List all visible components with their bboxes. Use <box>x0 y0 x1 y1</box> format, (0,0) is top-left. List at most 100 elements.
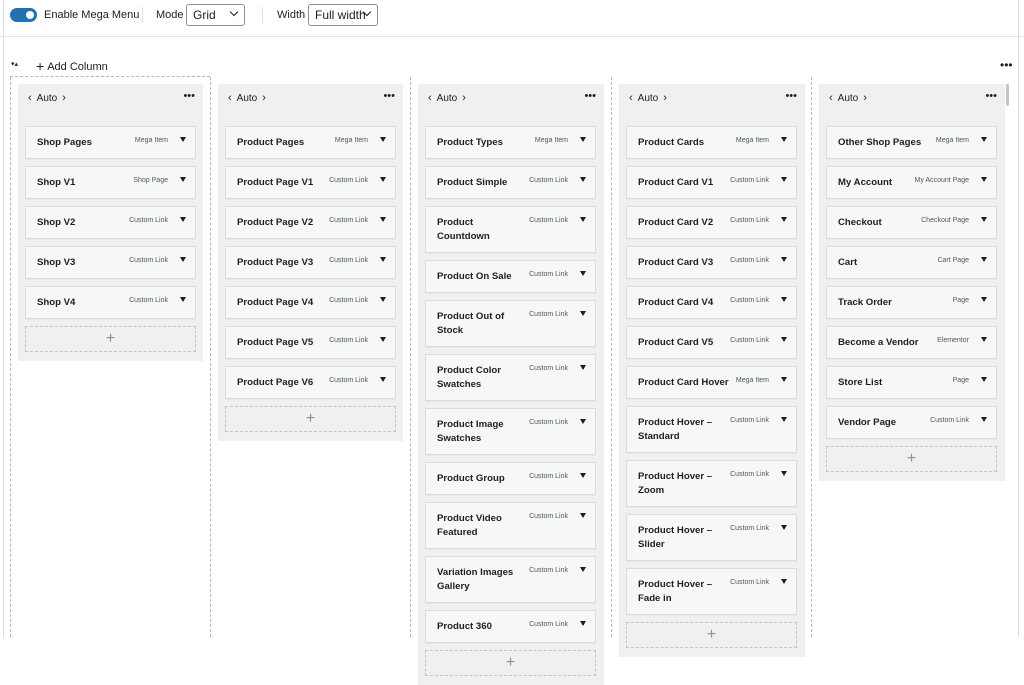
add-item-button[interactable]: + <box>425 650 596 676</box>
chevron-left-icon[interactable]: ‹ <box>226 92 234 104</box>
caret-down-icon[interactable] <box>781 217 787 222</box>
caret-down-icon[interactable] <box>380 217 386 222</box>
menu-item[interactable]: Product Card V1 Custom Link <box>626 166 797 199</box>
menu-item[interactable]: Track Order Page <box>826 286 997 319</box>
menu-item[interactable]: Vendor Page Custom Link <box>826 406 997 439</box>
add-item-button[interactable]: + <box>826 446 997 472</box>
column-width-control[interactable]: ‹ Auto › <box>627 92 669 104</box>
menu-item[interactable]: Product Color Swatches Custom Link <box>425 354 596 401</box>
menu-item[interactable]: Product Card V2 Custom Link <box>626 206 797 239</box>
chevron-left-icon[interactable]: ‹ <box>827 92 835 104</box>
menu-item[interactable]: Become a Vendor Elementor <box>826 326 997 359</box>
menu-item[interactable]: Product Hover – Standard Custom Link <box>626 406 797 453</box>
column-width-control[interactable]: ‹ Auto › <box>827 92 869 104</box>
chevron-left-icon[interactable]: ‹ <box>627 92 635 104</box>
caret-down-icon[interactable] <box>781 337 787 342</box>
caret-down-icon[interactable] <box>180 137 186 142</box>
caret-down-icon[interactable] <box>981 217 987 222</box>
caret-down-icon[interactable] <box>981 297 987 302</box>
menu-item[interactable]: Shop V1 Shop Page <box>25 166 196 199</box>
menu-item[interactable]: Product On Sale Custom Link <box>425 260 596 293</box>
more-horizontal-icon[interactable]: ••• <box>785 91 797 102</box>
column-width-control[interactable]: ‹ Auto › <box>226 92 268 104</box>
menu-item[interactable]: Product Video Featured Custom Link <box>425 502 596 549</box>
menu-item[interactable]: Product Card V4 Custom Link <box>626 286 797 319</box>
caret-down-icon[interactable] <box>380 377 386 382</box>
caret-down-icon[interactable] <box>981 337 987 342</box>
menu-item[interactable]: Product Card V3 Custom Link <box>626 246 797 279</box>
menu-item[interactable]: Checkout Checkout Page <box>826 206 997 239</box>
chevron-right-icon[interactable]: › <box>661 92 669 104</box>
column-width-control[interactable]: ‹ Auto › <box>426 92 468 104</box>
caret-down-icon[interactable] <box>580 513 586 518</box>
add-item-button[interactable]: + <box>25 326 196 352</box>
add-item-button[interactable]: + <box>225 406 396 432</box>
caret-down-icon[interactable] <box>981 177 987 182</box>
caret-down-icon[interactable] <box>580 217 586 222</box>
caret-down-icon[interactable] <box>180 217 186 222</box>
menu-item[interactable]: Product Types Mega Item <box>425 126 596 159</box>
width-select[interactable]: Full width <box>308 4 378 26</box>
caret-down-icon[interactable] <box>781 257 787 262</box>
menu-item[interactable]: Product Card Hover Mega Item <box>626 366 797 399</box>
menu-item[interactable]: Product Countdown Custom Link <box>425 206 596 253</box>
caret-down-icon[interactable] <box>781 417 787 422</box>
menu-item[interactable]: Variation Images Gallery Custom Link <box>425 556 596 603</box>
more-horizontal-icon[interactable]: ••• <box>383 91 395 102</box>
menu-item[interactable]: Product Simple Custom Link <box>425 166 596 199</box>
menu-item[interactable]: Product Page V6 Custom Link <box>225 366 396 399</box>
caret-down-icon[interactable] <box>781 471 787 476</box>
caret-down-icon[interactable] <box>580 419 586 424</box>
menu-item[interactable]: Product Page V1 Custom Link <box>225 166 396 199</box>
caret-down-icon[interactable] <box>180 177 186 182</box>
caret-down-icon[interactable] <box>781 137 787 142</box>
add-column-button[interactable]: + Add Column <box>36 58 108 74</box>
chevron-right-icon[interactable]: › <box>861 92 869 104</box>
caret-down-icon[interactable] <box>380 297 386 302</box>
caret-down-icon[interactable] <box>180 297 186 302</box>
scrollbar[interactable] <box>1006 84 1009 106</box>
more-horizontal-icon[interactable]: ••• <box>985 91 997 102</box>
caret-down-icon[interactable] <box>580 473 586 478</box>
menu-item[interactable]: Cart Cart Page <box>826 246 997 279</box>
caret-down-icon[interactable] <box>781 377 787 382</box>
caret-down-icon[interactable] <box>380 137 386 142</box>
caret-down-icon[interactable] <box>580 365 586 370</box>
menu-item[interactable]: Shop V2 Custom Link <box>25 206 196 239</box>
caret-down-icon[interactable] <box>580 137 586 142</box>
menu-item[interactable]: Product Image Swatches Custom Link <box>425 408 596 455</box>
menu-item[interactable]: Shop V4 Custom Link <box>25 286 196 319</box>
chevron-right-icon[interactable]: › <box>460 92 468 104</box>
caret-down-icon[interactable] <box>781 177 787 182</box>
caret-down-icon[interactable] <box>981 257 987 262</box>
more-horizontal-icon[interactable]: ••• <box>183 91 195 102</box>
menu-item[interactable]: Product Hover – Slider Custom Link <box>626 514 797 561</box>
chevron-left-icon[interactable]: ‹ <box>26 92 34 104</box>
add-item-button[interactable]: + <box>626 622 797 648</box>
menu-item[interactable]: Product Card V5 Custom Link <box>626 326 797 359</box>
menu-item[interactable]: Product Page V2 Custom Link <box>225 206 396 239</box>
menu-item[interactable]: Shop V3 Custom Link <box>25 246 196 279</box>
caret-down-icon[interactable] <box>580 177 586 182</box>
more-horizontal-icon[interactable]: ••• <box>584 91 596 102</box>
menu-item[interactable]: Product Out of Stock Custom Link <box>425 300 596 347</box>
collapse-icon[interactable]: ▾▴ <box>11 61 18 69</box>
menu-item[interactable]: Product Hover – Zoom Custom Link <box>626 460 797 507</box>
caret-down-icon[interactable] <box>380 337 386 342</box>
caret-down-icon[interactable] <box>981 417 987 422</box>
caret-down-icon[interactable] <box>380 257 386 262</box>
chevron-right-icon[interactable]: › <box>260 92 268 104</box>
menu-item[interactable]: Product Page V4 Custom Link <box>225 286 396 319</box>
caret-down-icon[interactable] <box>781 297 787 302</box>
menu-item[interactable]: Product Page V3 Custom Link <box>225 246 396 279</box>
menu-item[interactable]: Product Group Custom Link <box>425 462 596 495</box>
caret-down-icon[interactable] <box>580 271 586 276</box>
caret-down-icon[interactable] <box>981 377 987 382</box>
mode-select[interactable]: Grid <box>186 4 245 26</box>
menu-item[interactable]: My Account My Account Page <box>826 166 997 199</box>
menu-item[interactable]: Product Pages Mega Item <box>225 126 396 159</box>
menu-item[interactable]: Product Page V5 Custom Link <box>225 326 396 359</box>
caret-down-icon[interactable] <box>781 525 787 530</box>
enable-mega-menu-toggle[interactable] <box>10 8 37 22</box>
caret-down-icon[interactable] <box>380 177 386 182</box>
